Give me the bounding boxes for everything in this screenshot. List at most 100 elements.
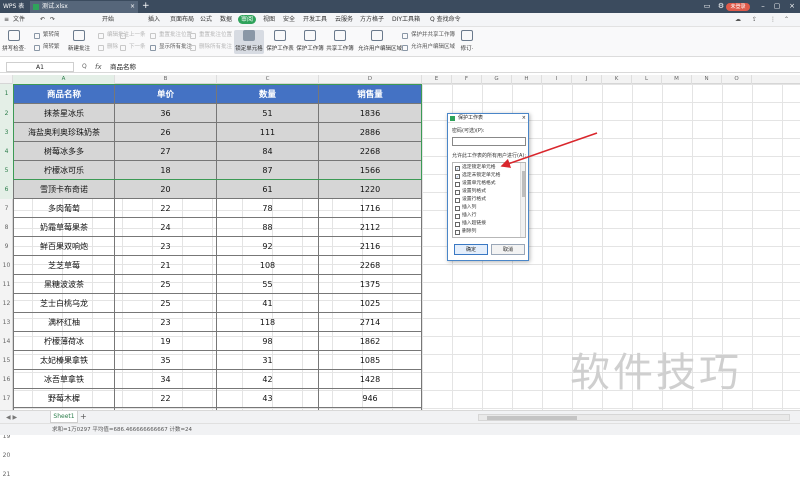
row-header[interactable]: 8 — [0, 218, 13, 237]
table-cell[interactable]: 2268 — [319, 142, 422, 161]
checkbox[interactable] — [455, 214, 460, 219]
table-cell[interactable]: 27 — [115, 142, 217, 161]
table-cell[interactable]: 1025 — [319, 294, 422, 313]
sheet-tab[interactable]: Sheet1 — [50, 411, 78, 423]
column-header[interactable]: L — [632, 75, 662, 84]
reset-comment-button[interactable]: 重置批注位置 — [150, 31, 192, 40]
minimize-icon[interactable]: – — [756, 0, 770, 13]
table-cell[interactable]: 芝士白桃乌龙 — [13, 294, 115, 313]
protect-sheet-button[interactable]: 保护工作表 — [266, 30, 294, 54]
table-cell[interactable]: 22 — [115, 389, 217, 408]
menu-home[interactable]: 开始 — [102, 13, 114, 27]
row-header[interactable]: 20 — [0, 446, 13, 465]
table-cell[interactable]: 20 — [115, 180, 217, 199]
column-header[interactable]: I — [542, 75, 572, 84]
delete-comment-button[interactable]: 删除 — [98, 43, 118, 52]
fx-icon[interactable]: fx — [95, 61, 102, 73]
row-header[interactable]: 7 — [0, 199, 13, 218]
lock-cell-button[interactable]: 锁定单元格 — [234, 30, 264, 54]
table-cell[interactable]: 2714 — [319, 313, 422, 332]
table-cell[interactable]: 34 — [115, 370, 217, 389]
table-cell[interactable]: 23 — [115, 313, 217, 332]
name-box[interactable]: A1 — [6, 62, 74, 72]
table-cell[interactable]: 多肉葡萄 — [13, 199, 115, 218]
column-header[interactable]: O — [722, 75, 752, 84]
cancel-button[interactable]: 取消 — [491, 244, 525, 255]
column-header[interactable]: E — [422, 75, 452, 84]
table-cell[interactable]: 芝芝草莓 — [13, 256, 115, 275]
row-header[interactable]: 9 — [0, 237, 13, 256]
zoom-icon[interactable]: Q — [82, 61, 87, 73]
select-all-corner[interactable] — [0, 75, 13, 84]
checkbox[interactable] — [455, 198, 460, 203]
column-header[interactable]: N — [692, 75, 722, 84]
permission-item[interactable]: ✓ 选定锁定单元格 — [455, 164, 496, 172]
table-cell[interactable]: 22 — [115, 199, 217, 218]
ok-button[interactable]: 确定 — [454, 244, 488, 255]
horizontal-scrollbar[interactable] — [478, 414, 790, 421]
menu-formula[interactable]: 公式 — [200, 13, 212, 27]
table-cell[interactable]: 1862 — [319, 332, 422, 351]
table-cell[interactable]: 24 — [115, 218, 217, 237]
allow-edit-range-button[interactable]: 允许用户编辑区域 — [358, 30, 402, 54]
menu-security[interactable]: 安全 — [283, 13, 295, 27]
table-cell[interactable]: 雪顶卡布奇诺 — [13, 180, 115, 199]
table-cell[interactable]: 柠檬冰可乐 — [13, 161, 115, 180]
share-icon[interactable]: ⇪ — [752, 13, 757, 27]
table-cell[interactable]: 84 — [217, 142, 319, 161]
permission-item[interactable]: 插入行 — [455, 212, 476, 220]
collapse-icon[interactable]: ⌃ — [784, 13, 789, 27]
table-cell[interactable]: 1716 — [319, 199, 422, 218]
row-header[interactable]: 15 — [0, 351, 13, 370]
menu-data[interactable]: 数据 — [220, 13, 232, 27]
close-tab-icon[interactable]: × — [130, 1, 135, 13]
table-cell[interactable]: 2116 — [319, 237, 422, 256]
undo-icon[interactable]: ↶ — [40, 13, 45, 27]
table-cell[interactable]: 抹茶星冰乐 — [13, 104, 115, 123]
delete-all-comments-button[interactable]: 删除所有批注 — [190, 43, 232, 52]
table-cell[interactable]: 43 — [217, 389, 319, 408]
header-cell[interactable]: 销售量 — [319, 84, 422, 104]
table-cell[interactable]: 98 — [217, 332, 319, 351]
table-cell[interactable]: 2886 — [319, 123, 422, 142]
table-cell[interactable]: 海盐奥利奥珍珠奶茶 — [13, 123, 115, 142]
column-header[interactable]: G — [482, 75, 512, 84]
table-cell[interactable]: 31 — [217, 351, 319, 370]
close-window-icon[interactable]: × — [785, 0, 799, 13]
table-cell[interactable]: 2112 — [319, 218, 422, 237]
menu-view[interactable]: 视图 — [263, 13, 275, 27]
checked-checkbox[interactable]: ✓ — [455, 174, 460, 179]
column-header[interactable]: A — [13, 75, 115, 84]
table-cell[interactable]: 108 — [217, 256, 319, 275]
table-cell[interactable]: 36 — [115, 104, 217, 123]
table-cell[interactable]: 1566 — [319, 161, 422, 180]
permission-item[interactable]: 设置列格式 — [455, 188, 486, 196]
password-field[interactable] — [452, 137, 526, 146]
formula-input[interactable]: 商品名称 — [110, 61, 136, 73]
table-cell[interactable]: 柠檬薄荷冰 — [13, 332, 115, 351]
row-header[interactable]: 6 — [0, 180, 13, 199]
traditional-button[interactable]: 简转繁 — [34, 43, 60, 52]
table-cell[interactable]: 1085 — [319, 351, 422, 370]
new-comment-button[interactable]: 新建批注 — [66, 30, 92, 54]
permission-item[interactable]: 删除列 — [455, 228, 476, 236]
table-cell[interactable]: 88 — [217, 218, 319, 237]
hscroll-thumb[interactable] — [487, 416, 577, 420]
checkbox[interactable] — [455, 206, 460, 211]
column-header[interactable]: D — [319, 75, 422, 84]
menu-developer[interactable]: 开发工具 — [303, 13, 327, 27]
spellcheck-button[interactable]: 拼写检查· — [2, 30, 26, 54]
table-cell[interactable]: 946 — [319, 389, 422, 408]
row-header[interactable]: 21 — [0, 465, 13, 484]
table-cell[interactable]: 太妃榛果拿铁 — [13, 351, 115, 370]
table-cell[interactable]: 18 — [115, 161, 217, 180]
app-logo[interactable]: WPS 表格 — [0, 0, 30, 23]
row-header[interactable]: 3 — [0, 123, 13, 142]
checkbox[interactable] — [455, 182, 460, 187]
table-cell[interactable]: 118 — [217, 313, 319, 332]
redo-icon[interactable]: ↷ — [50, 13, 55, 27]
menu-file[interactable]: 文件 — [13, 13, 25, 27]
table-cell[interactable]: 黑糖波波茶 — [13, 275, 115, 294]
table-cell[interactable]: 41 — [217, 294, 319, 313]
table-cell[interactable]: 87 — [217, 161, 319, 180]
